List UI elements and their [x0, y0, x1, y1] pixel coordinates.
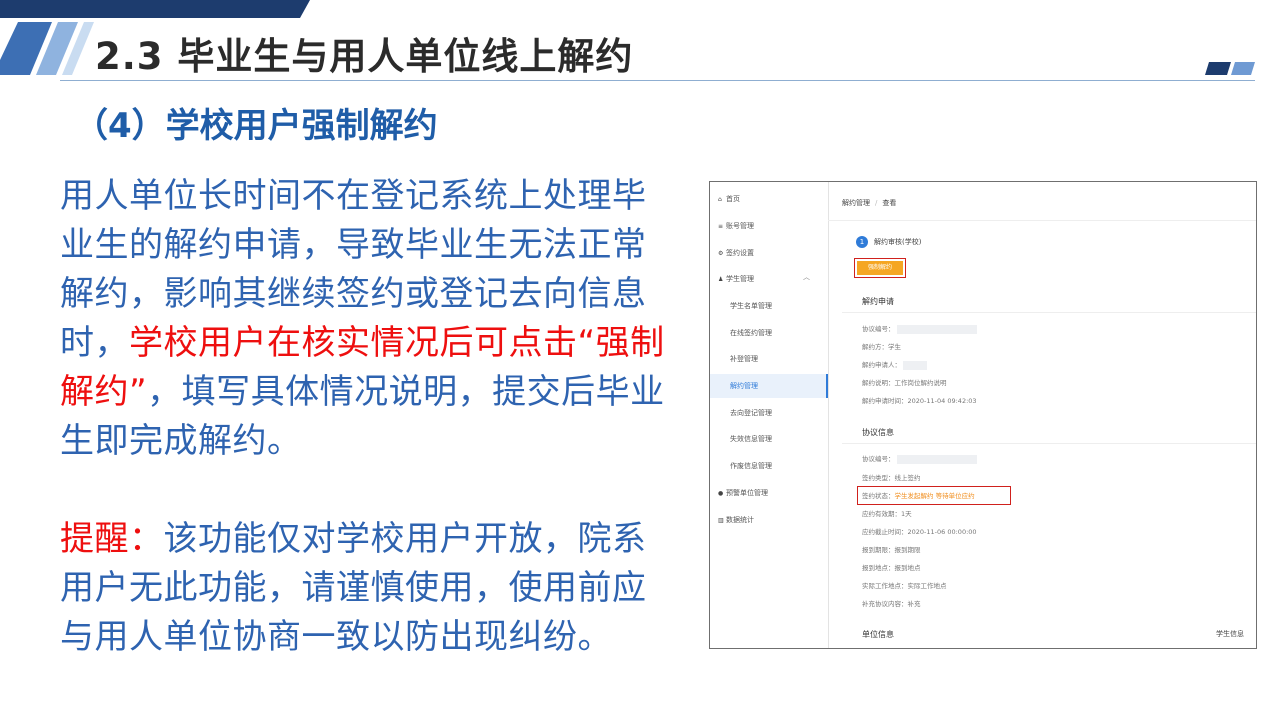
- step-number: 1: [856, 236, 868, 248]
- body-text: 用人单位长时间不在登记系统上处理毕业生的解约申请，导致毕业生无法正常解约，影响其…: [60, 172, 680, 662]
- chart-icon: ▥: [718, 516, 724, 524]
- field-work-place: 实际工作地点：实际工作地点: [862, 582, 947, 590]
- section-title-unit: 单位信息: [862, 630, 894, 639]
- field-reason: 解约说明：工作岗位解约说明: [862, 379, 947, 387]
- account-icon: ≡: [718, 222, 724, 230]
- breadcrumb-current: 查看: [882, 199, 897, 207]
- field-deadline: 应约截止时间：2020-11-06 00:00:00: [862, 528, 977, 536]
- sidebar-item-statistics[interactable]: ▥ 数据统计: [718, 513, 754, 527]
- home-icon: ⌂: [718, 195, 722, 203]
- section-subtitle: （4）学校用户强制解约: [74, 106, 438, 146]
- section-title-application: 解约申请: [862, 297, 894, 306]
- reminder-label: 提醒：: [60, 519, 164, 559]
- student-icon: ♟: [718, 275, 724, 283]
- status-value: 学生发起解约 等待单位应约: [894, 492, 975, 500]
- chevron-up-icon[interactable]: ︿: [803, 272, 810, 282]
- page-title: 2.3 毕业生与用人单位线上解约: [95, 35, 634, 78]
- sidebar-item-account[interactable]: ≡ 账号管理: [718, 219, 754, 233]
- settings-icon: ⚙: [718, 249, 724, 257]
- field-extra-agreement: 补充协议内容：补充: [862, 600, 921, 608]
- field-apply-time: 解约申请时间：2020-11-04 09:42:03: [862, 397, 977, 405]
- force-terminate-button[interactable]: 强制解约: [857, 261, 903, 275]
- breadcrumb: 解约管理 / 查看: [842, 199, 897, 207]
- sidebar-subitem-destination[interactable]: 去向登记管理: [730, 406, 772, 420]
- breadcrumb-parent[interactable]: 解约管理: [842, 199, 870, 207]
- system-screenshot: ⌂ 首页 ≡ 账号管理 ⚙ 签约设置 ♟ 学生管理 ︿ 学生名单管理 在线签约管理 补登…: [709, 181, 1257, 649]
- sidebar-item-home[interactable]: ⌂ 首页: [718, 192, 740, 206]
- main-content: 解约管理 / 查看 1 解约审核(学校) 强制解约 解约申请 协议编号： 解约方：学…: [828, 182, 1256, 648]
- field-report-place: 报到地点：报到地点: [862, 564, 921, 572]
- field-sign-status: 签约状态：学生发起解约 等待单位应约: [862, 492, 975, 500]
- sidebar-subitem-invalid[interactable]: 失效信息管理: [730, 432, 772, 446]
- sidebar-subitem-student-list[interactable]: 学生名单管理: [730, 299, 772, 313]
- sidebar: ⌂ 首页 ≡ 账号管理 ⚙ 签约设置 ♟ 学生管理 ︿ 学生名单管理 在线签约管理 补登…: [710, 182, 829, 648]
- sidebar-subitem-termination[interactable]: 解约管理: [730, 379, 758, 393]
- field-agreement-no-2: 协议编号：: [862, 453, 977, 464]
- paragraph-description: 用人单位长时间不在登记系统上处理毕业生的解约申请，导致毕业生无法正常解约，影响其…: [60, 176, 665, 461]
- field-agreement-no: 协议编号：: [862, 323, 977, 334]
- right-tab-decoration: [1205, 62, 1255, 75]
- sidebar-item-alert-units[interactable]: ● 预警单位管理: [718, 486, 768, 500]
- paragraph-reminder: 提醒：该功能仅对学校用户开放，院系用户无此功能，请谨慎使用，使用前应与用人单位协…: [60, 519, 647, 657]
- step-label: 解约审核(学校): [874, 238, 922, 246]
- field-applicant: 解约申请人：: [862, 359, 927, 370]
- field-sign-type: 签约类型：线上签约: [862, 474, 921, 482]
- sidebar-item-sign-settings[interactable]: ⚙ 签约设置: [718, 246, 754, 260]
- sidebar-subitem-online-sign[interactable]: 在线签约管理: [730, 326, 772, 340]
- sidebar-subitem-supplement[interactable]: 补登管理: [730, 352, 758, 366]
- title-divider: [60, 80, 1255, 81]
- field-valid-period: 应约有效期：1天: [862, 510, 912, 518]
- section-title-agreement: 协议信息: [862, 428, 894, 437]
- sidebar-item-students[interactable]: ♟ 学生管理: [718, 272, 754, 286]
- field-report-deadline: 报到期限：报到期限: [862, 546, 921, 554]
- sidebar-subitem-void[interactable]: 作废信息管理: [730, 459, 772, 473]
- alert-icon: ●: [718, 489, 724, 497]
- field-party: 解约方：学生: [862, 343, 901, 351]
- force-terminate-highlight: 强制解约: [854, 258, 906, 278]
- sidebar-active-highlight: [710, 374, 828, 398]
- student-info-label: 学生信息: [1216, 630, 1244, 638]
